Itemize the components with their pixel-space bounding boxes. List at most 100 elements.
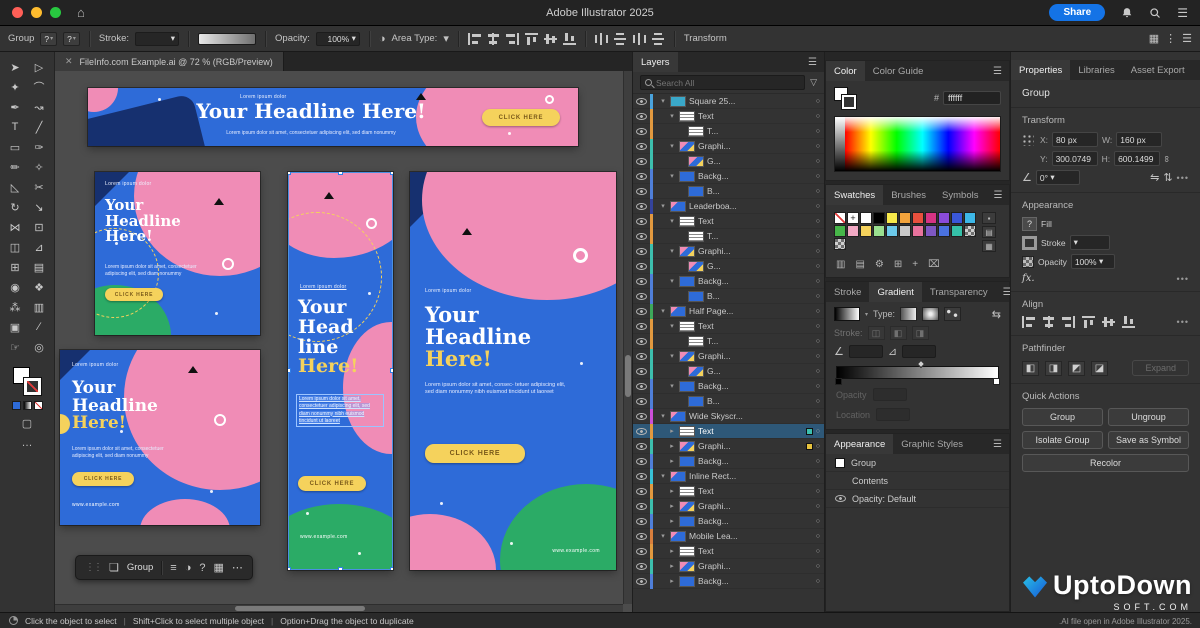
layer-row[interactable]: ▸Graphi...○	[633, 439, 824, 454]
pathfinder-exclude-icon[interactable]: ◪	[1091, 361, 1108, 376]
selected-text-block[interactable]: Lorem ipsum dolor sit amet, consectetuer…	[296, 394, 384, 427]
align-horizontal-center-icon[interactable]	[487, 33, 500, 45]
expand-chevron-icon[interactable]: ▾	[668, 247, 676, 255]
slice-tool[interactable]: ∕	[27, 317, 51, 337]
visibility-eye-icon[interactable]	[636, 98, 647, 105]
layer-row[interactable]: ▾Text○	[633, 109, 824, 124]
type-tool[interactable]: T	[3, 117, 27, 137]
layer-row[interactable]: ▾Half Page...○	[633, 304, 824, 319]
target-icon[interactable]: ○	[816, 338, 820, 345]
target-icon[interactable]: ○	[816, 353, 820, 360]
layer-row[interactable]: B...○	[633, 289, 824, 304]
transform-y-field[interactable]: 300.0749	[1052, 151, 1098, 166]
expand-chevron-icon[interactable]: ▾	[659, 472, 667, 480]
stroke-weight-field[interactable]: ▾	[135, 32, 179, 46]
rotate-angle-field[interactable]: 0° ▾	[1036, 170, 1080, 185]
scrollbar-thumb[interactable]	[235, 606, 365, 611]
target-icon[interactable]: ○	[816, 233, 820, 240]
opacity-field[interactable]: 100% ▾	[316, 32, 360, 46]
swatch[interactable]	[912, 212, 924, 224]
vertical-scrollbar[interactable]	[623, 71, 632, 604]
delete-swatch-icon[interactable]: ⌧	[928, 259, 940, 270]
rectangle-tool[interactable]: ▭	[3, 137, 27, 157]
arrange-documents-icon[interactable]: ▦	[1149, 32, 1159, 45]
transform-x-field[interactable]: 80 px	[1052, 132, 1098, 147]
fill-color-dropdown[interactable]: ?▾	[40, 32, 57, 46]
target-icon[interactable]: ○	[816, 443, 820, 450]
expand-chevron-icon[interactable]: ▾	[668, 172, 676, 180]
target-icon[interactable]: ○	[816, 188, 820, 195]
hand-tool[interactable]: ☞	[3, 337, 27, 357]
target-icon[interactable]: ○	[816, 473, 820, 480]
layer-row[interactable]: ▾Backg...○	[633, 379, 824, 394]
tab-brushes[interactable]: Brushes	[883, 185, 934, 205]
target-icon[interactable]: ○	[816, 308, 820, 315]
distribute-spacing-horizontal-icon[interactable]	[633, 33, 646, 45]
pen-tool[interactable]: ✒	[3, 97, 27, 117]
visibility-eye-icon[interactable]	[835, 495, 846, 502]
width-tool[interactable]: ⋈	[3, 217, 27, 237]
layer-row[interactable]: ▸Backg...○	[633, 454, 824, 469]
layer-row[interactable]: ▾Graphi...○	[633, 139, 824, 154]
curvature-tool[interactable]: ↝	[27, 97, 51, 117]
layer-row[interactable]: ▾Square 25...○	[633, 94, 824, 109]
visibility-eye-icon[interactable]	[636, 458, 647, 465]
fill-color-well[interactable]: ?	[1022, 217, 1037, 231]
filter-icon[interactable]: ▽	[810, 77, 817, 88]
visibility-eye-icon[interactable]	[636, 233, 647, 240]
artboard-tool[interactable]: ▣	[3, 317, 27, 337]
layer-row[interactable]: ▾Leaderboa...○	[633, 199, 824, 214]
visibility-eye-icon[interactable]	[636, 488, 647, 495]
target-icon[interactable]: ○	[816, 293, 820, 300]
tab-gradient[interactable]: Gradient	[869, 282, 921, 302]
swatch[interactable]	[912, 225, 924, 237]
layers-search[interactable]	[640, 75, 805, 90]
eraser-tool[interactable]: ◺	[3, 177, 27, 197]
expand-chevron-icon[interactable]: ▸	[668, 517, 676, 525]
home-icon[interactable]: ⌂	[77, 6, 85, 19]
zoom-tool[interactable]: ◎	[27, 337, 51, 357]
layer-row[interactable]: ▾Backg...○	[633, 169, 824, 184]
expand-chevron-icon[interactable]: ▾	[668, 277, 676, 285]
close-window-button[interactable]	[12, 7, 23, 18]
visibility-eye-icon[interactable]	[636, 563, 647, 570]
target-icon[interactable]: ○	[816, 548, 820, 555]
visibility-eye-icon[interactable]	[636, 128, 647, 135]
swatch[interactable]	[964, 212, 976, 224]
swatch-kinds-icon[interactable]: ▤	[855, 259, 864, 270]
isolate-group-button[interactable]: Isolate Group	[1022, 431, 1103, 449]
recolor-icon[interactable]: ◑	[185, 562, 192, 574]
gradient-midpoint-stop[interactable]	[916, 360, 924, 368]
distribute-spacing-vertical-icon[interactable]	[652, 33, 665, 45]
fill-stroke-indicator[interactable]	[834, 87, 856, 109]
layer-row[interactable]: ▸Graphi...○	[633, 499, 824, 514]
swatch[interactable]	[873, 225, 885, 237]
new-swatch-group-icon[interactable]: ⊞	[894, 259, 902, 270]
area-type-dropdown[interactable]: ▾	[443, 32, 449, 45]
target-icon[interactable]: ○	[816, 563, 820, 570]
radial-gradient-button[interactable]	[922, 307, 939, 321]
visibility-eye-icon[interactable]	[636, 248, 647, 255]
linear-gradient-button[interactable]	[900, 307, 917, 321]
direct-selection-tool[interactable]: ▷	[27, 57, 51, 77]
pencil-tool[interactable]: ✏	[3, 157, 27, 177]
search-input[interactable]	[656, 78, 800, 88]
target-icon[interactable]: ○	[816, 488, 820, 495]
visibility-eye-icon[interactable]	[636, 383, 647, 390]
workspace-panels-icon[interactable]: ⋮	[1165, 32, 1176, 45]
visibility-eye-icon[interactable]	[636, 578, 647, 585]
artboard-leaderboard[interactable]: Lorem ipsum dolor Your Headline Here! Lo…	[88, 88, 578, 146]
visibility-eye-icon[interactable]	[636, 518, 647, 525]
layer-row[interactable]: G...○	[633, 154, 824, 169]
stroke-swatch[interactable]	[24, 378, 41, 395]
visibility-eye-icon[interactable]	[636, 263, 647, 270]
expand-chevron-icon[interactable]: ▾	[668, 142, 676, 150]
layer-row[interactable]: G...○	[633, 364, 824, 379]
expand-chevron-icon[interactable]: ▸	[668, 487, 676, 495]
swatch[interactable]	[847, 225, 859, 237]
swatch[interactable]	[860, 212, 872, 224]
stroke-weight-field[interactable]: ▾	[1070, 235, 1110, 250]
recolor-artwork-icon[interactable]: ◑	[379, 33, 386, 45]
line-segment-tool[interactable]: ╱	[27, 117, 51, 137]
expand-chevron-icon[interactable]: ▾	[659, 412, 667, 420]
